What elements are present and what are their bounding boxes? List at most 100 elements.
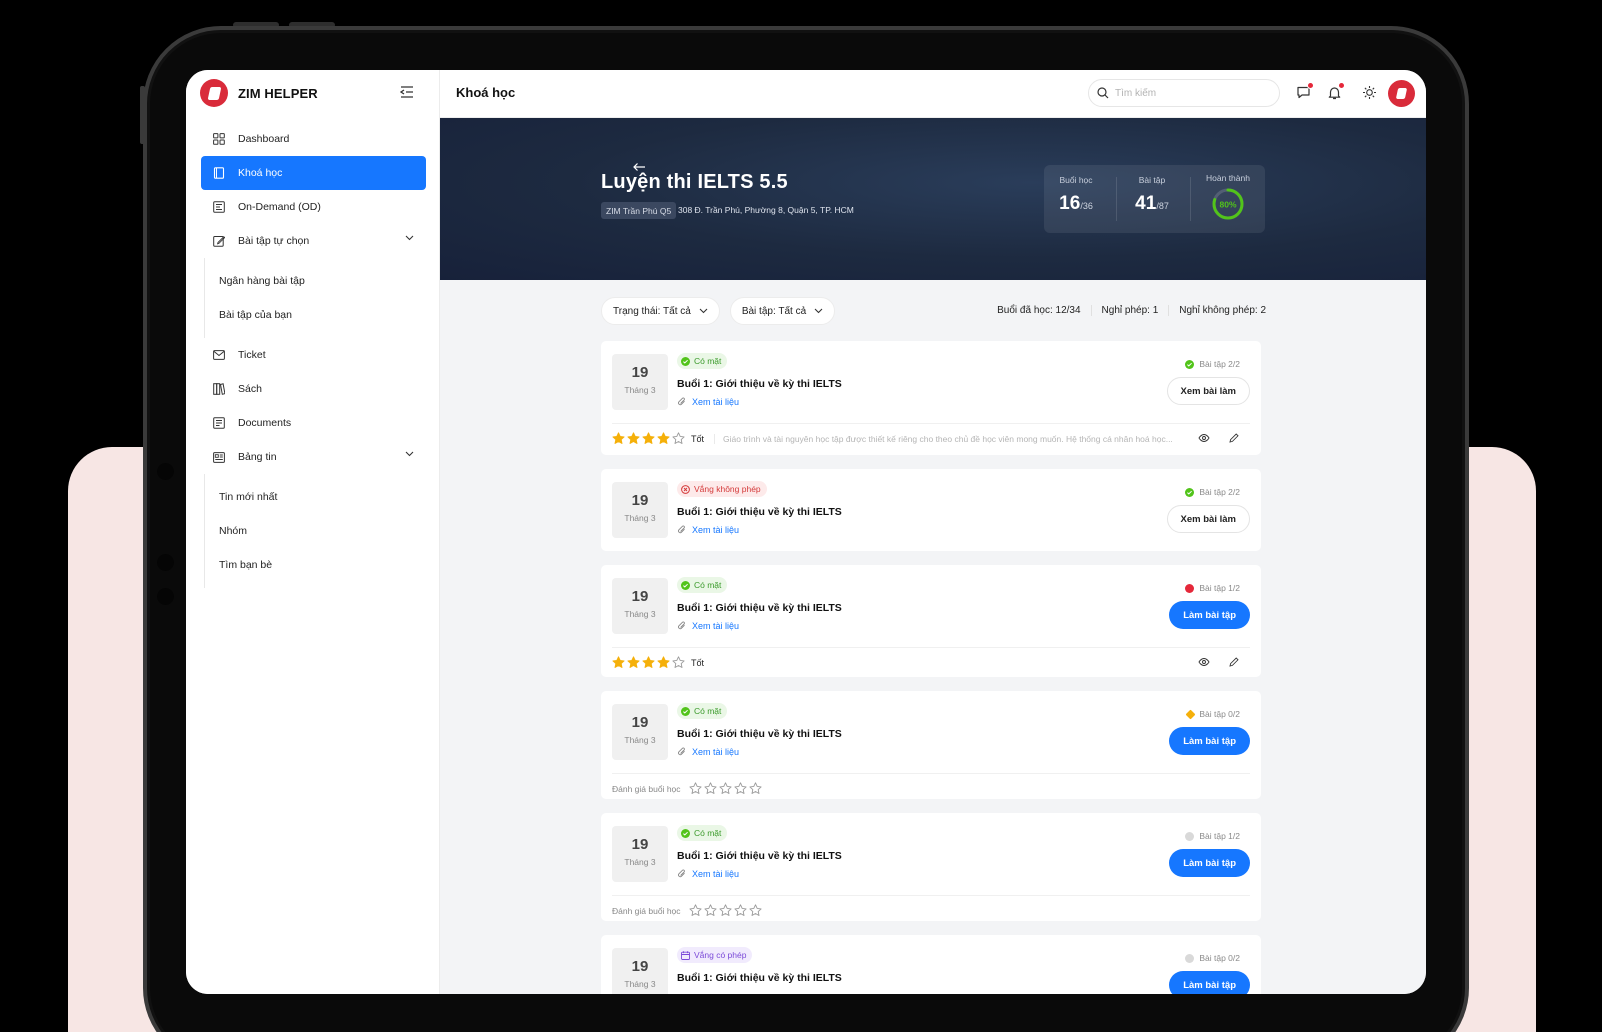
chevron-down-icon[interactable] <box>405 451 414 457</box>
star-empty-icon[interactable] <box>672 432 685 445</box>
star-filled-icon[interactable] <box>627 656 640 669</box>
paperclip-icon <box>678 397 685 406</box>
chat-button[interactable] <box>1296 82 1314 101</box>
notifications-button[interactable] <box>1327 82 1345 101</box>
search-input[interactable] <box>1115 87 1265 99</box>
books-icon <box>212 383 225 396</box>
star-empty-icon[interactable] <box>733 904 747 917</box>
session-card: 19 Tháng 3 Vắng không phép Buổi 1: Giới … <box>601 469 1261 551</box>
sidebar-item-ticket[interactable]: Ticket <box>201 338 426 372</box>
sidebar-item-on-demand[interactable]: On-Demand (OD) <box>201 190 426 224</box>
homework-filter[interactable]: Bài tập: Tất cả <box>729 297 836 325</box>
view-docs-link[interactable]: Xem tài liệu <box>677 525 739 535</box>
star-filled-icon[interactable] <box>642 656 655 669</box>
book-icon <box>212 167 225 180</box>
brand[interactable]: ZIM HELPER <box>200 79 318 107</box>
homework-count: Bài tập 2/2 <box>1199 359 1240 369</box>
session-title: Buổi 1: Giới thiệu về kỳ thi IELTS <box>677 728 842 740</box>
grid-icon <box>212 133 225 146</box>
course-stats: Buổi học 16/36 Bài tập 41/87 Hoàn thành … <box>1044 165 1265 233</box>
sidebar-item-label: Bảng tin <box>238 451 277 463</box>
sidebar-item-your-exercises[interactable]: Bài tập của bạn <box>219 298 426 332</box>
sidebar-item-elective-exercises[interactable]: Bài tập tự chọn <box>201 224 426 258</box>
sidebar-item-groups[interactable]: Nhóm <box>219 514 426 548</box>
stat-completion: Hoàn thành 80% <box>1198 173 1258 226</box>
collapse-sidebar-icon[interactable] <box>400 86 414 98</box>
search-box[interactable] <box>1088 79 1280 107</box>
star-empty-icon[interactable] <box>688 904 702 917</box>
star-filled-icon[interactable] <box>657 656 670 669</box>
status-dot-icon <box>1185 831 1195 841</box>
view-docs-link[interactable]: Xem tài liệu <box>677 747 739 757</box>
star-filled-icon[interactable] <box>627 432 640 445</box>
stat-label: Bài tập <box>1138 175 1166 185</box>
session-date: 19 Tháng 3 <box>612 948 668 994</box>
star-empty-icon[interactable] <box>748 782 762 795</box>
star-empty-icon[interactable] <box>748 904 762 917</box>
sidebar-item-dashboard[interactable]: Dashboard <box>201 122 426 156</box>
rating-stars[interactable] <box>612 656 685 669</box>
star-empty-icon[interactable] <box>718 782 732 795</box>
search-icon <box>1097 87 1109 99</box>
sidebar-nav: Dashboard Khoá học On-Demand (OD) Bài tậ… <box>201 122 426 588</box>
star-empty-icon[interactable] <box>672 656 685 669</box>
status-filter[interactable]: Trạng thái: Tất cả <box>601 297 720 325</box>
sidebar-item-news-board[interactable]: Bảng tin <box>201 440 426 474</box>
star-empty-icon[interactable] <box>703 904 717 917</box>
sidebar-item-label: Documents <box>238 417 292 429</box>
star-empty-icon[interactable] <box>718 904 732 917</box>
stat-label: Hoàn thành <box>1206 173 1250 183</box>
course-hero: Luyện thi IELTS 5.5 ZIM Trần Phú Q5 308 … <box>440 118 1426 280</box>
camera-dot <box>157 463 174 480</box>
date-day: 19 <box>631 492 649 509</box>
eye-icon[interactable] <box>1198 433 1210 443</box>
edit-note-icon <box>212 235 225 248</box>
homework-count: Bài tập 1/2 <box>1199 831 1240 841</box>
session-date: 19 Tháng 3 <box>612 704 668 760</box>
star-filled-icon[interactable] <box>657 432 670 445</box>
rating-stars[interactable] <box>688 782 762 795</box>
sidebar-item-documents[interactable]: Documents <box>201 406 426 440</box>
user-avatar[interactable] <box>1388 80 1415 107</box>
view-docs-link[interactable]: Xem tài liệu <box>677 869 739 879</box>
completion-text: 80% <box>1219 200 1236 210</box>
edit-icon[interactable] <box>1228 433 1239 444</box>
theme-toggle-button[interactable] <box>1362 85 1378 101</box>
star-empty-icon[interactable] <box>688 782 702 795</box>
status-text: Có mặt <box>694 706 722 716</box>
sidebar-item-find-friends[interactable]: Tìm bạn bè <box>219 548 426 582</box>
sidebar-item-exercise-bank[interactable]: Ngân hàng bài tập <box>219 264 426 298</box>
star-empty-icon[interactable] <box>733 782 747 795</box>
edit-icon[interactable] <box>1228 657 1239 668</box>
sidebar-item-latest-news[interactable]: Tin mới nhất <box>219 480 426 514</box>
view-submission-button[interactable]: Xem bài làm <box>1166 377 1250 405</box>
star-filled-icon[interactable] <box>612 656 625 669</box>
sidebar-item-courses[interactable]: Khoá học <box>201 156 426 190</box>
rate-session-label: Đánh giá buổi học <box>612 783 681 794</box>
status-badge: Có mặt <box>677 577 728 593</box>
paperclip-icon <box>678 525 685 534</box>
homework-status: Bài tập 0/2 <box>1185 709 1240 719</box>
star-filled-icon[interactable] <box>612 432 625 445</box>
session-date: 19 Tháng 3 <box>612 482 668 538</box>
sidebar-item-books[interactable]: Sách <box>201 372 426 406</box>
star-empty-icon[interactable] <box>703 782 717 795</box>
view-docs-link[interactable]: Xem tài liệu <box>677 397 739 407</box>
star-filled-icon[interactable] <box>642 432 655 445</box>
status-badge: Vắng có phép <box>677 947 753 963</box>
view-submission-button[interactable]: Xem bài làm <box>1166 505 1250 533</box>
app-screen: ZIM HELPER Dashboard Khoá học On-Demand … <box>186 70 1426 994</box>
eye-icon[interactable] <box>1198 657 1210 667</box>
chevron-down-icon[interactable] <box>405 235 414 241</box>
rating-stars[interactable] <box>688 904 762 917</box>
do-homework-button[interactable]: Làm bài tập <box>1169 727 1250 755</box>
x-circle-icon <box>681 484 690 494</box>
do-homework-button[interactable]: Làm bài tập <box>1169 849 1250 877</box>
brand-logo-icon <box>200 79 228 107</box>
do-homework-button[interactable]: Làm bài tập <box>1169 601 1250 629</box>
rating-stars[interactable] <box>612 432 685 445</box>
sidebar-item-label: Ticket <box>238 349 266 361</box>
view-docs-link[interactable]: Xem tài liệu <box>677 621 739 631</box>
do-homework-button[interactable]: Làm bài tập <box>1169 971 1250 994</box>
session-date: 19 Tháng 3 <box>612 578 668 634</box>
